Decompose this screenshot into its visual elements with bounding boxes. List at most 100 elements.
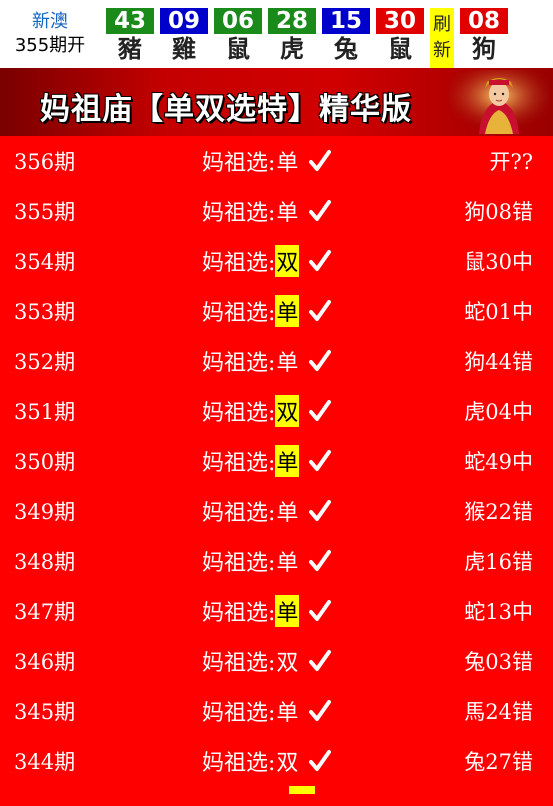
prediction-row: 351期 妈祖选: 双 虎04中: [0, 386, 553, 436]
check-icon: [309, 250, 332, 271]
pick-value: 双: [276, 751, 299, 776]
result-label: 猴22错: [464, 500, 533, 524]
pick-value: 单: [276, 151, 299, 176]
pick-label: 妈祖选:: [202, 201, 276, 226]
result-label: 蛇13中: [464, 600, 533, 624]
result-label: 兔27错: [464, 750, 533, 774]
pick-group: 妈祖选: 单: [202, 294, 332, 328]
check-icon: [309, 400, 332, 421]
period-label: 347期: [14, 600, 76, 624]
period-label: 345期: [14, 700, 76, 724]
check-icon: [309, 350, 332, 371]
prediction-row: 344期 妈祖选: 双 兔27错: [0, 736, 553, 786]
ball-number: 15: [322, 8, 370, 34]
prediction-row: 356期 妈祖选: 单 开??: [0, 136, 553, 186]
ball-2: 09 雞: [160, 8, 208, 68]
period-label: 353期: [14, 300, 76, 324]
result-label: 虎04中: [464, 400, 533, 424]
period-label: 344期: [14, 750, 76, 774]
pick-group: 妈祖选: 单: [202, 144, 332, 178]
pick-group: 妈祖选: 单: [202, 594, 332, 628]
period-label: 349期: [14, 500, 76, 524]
pick-label: 妈祖选:: [202, 151, 276, 176]
pick-group: 妈祖选: 单: [202, 494, 332, 528]
ball-6: 30 鼠: [376, 8, 424, 68]
check-icon: [309, 700, 332, 721]
check-icon: [309, 650, 332, 671]
pick-group: 妈祖选: 双: [202, 644, 332, 678]
pick-group: 妈祖选: 双: [202, 244, 332, 278]
pick-label: 妈祖选:: [202, 751, 276, 776]
ball-5: 15 兔: [322, 8, 370, 68]
pick-group: 妈祖选: 单: [202, 344, 332, 378]
draw-result-bar: 新澳 355期开 43 豬 09 雞 06 鼠 28 虎 15 兔 30 鼠 刷 新 08 狗: [0, 0, 553, 68]
pick-value: 单: [276, 701, 299, 726]
ball-special: 08 狗: [460, 8, 508, 68]
title-banner: 妈祖庙【单双选特】精华版: [0, 68, 553, 136]
ball-number: 09: [160, 8, 208, 34]
prediction-row: 346期 妈祖选: 双 兔03错: [0, 636, 553, 686]
prediction-list: 356期 妈祖选: 单开?? 355期 妈祖选: 单狗08错 354期 妈祖选: 双鼠30中 35…: [0, 136, 553, 806]
period-label: 348期: [14, 550, 76, 574]
ball-zodiac: 鼠: [226, 35, 250, 63]
pick-value: 双: [275, 395, 300, 427]
pick-value: 单: [276, 551, 299, 576]
mazu-statue-image: [449, 70, 549, 134]
pick-group: 妈祖选: 双: [202, 394, 332, 428]
pick-value: 单: [275, 445, 300, 477]
period-label: 355期: [14, 200, 76, 224]
refresh-button[interactable]: 刷 新: [430, 8, 454, 68]
pick-group: 妈祖选: 双: [202, 744, 332, 778]
pick-label: 妈祖选:: [202, 501, 276, 526]
pick-value: 双: [275, 245, 300, 277]
check-icon: [309, 600, 332, 621]
pick-label: 妈祖选:: [202, 451, 276, 476]
pick-value: 单: [275, 595, 300, 627]
result-label: 鼠30中: [464, 250, 533, 274]
ball-number: 30: [376, 8, 424, 34]
ball-zodiac: 虎: [280, 35, 304, 63]
prediction-row: 345期 妈祖选: 单 馬24错: [0, 686, 553, 736]
result-label: 虎16错: [464, 550, 533, 574]
refresh-label-1: 刷: [433, 14, 451, 35]
draw-balls: 43 豬 09 雞 06 鼠 28 虎 15 兔 30 鼠 刷 新 08 狗: [100, 0, 553, 68]
prediction-row: 348期 妈祖选: 单 虎16错: [0, 536, 553, 586]
result-label: 兔03错: [464, 650, 533, 674]
lottery-name[interactable]: 新澳: [32, 10, 68, 34]
ball-zodiac: 豬: [118, 35, 142, 63]
period-label: 352期: [14, 350, 76, 374]
pick-label: 妈祖选:: [202, 701, 276, 726]
check-icon: [309, 450, 332, 471]
pick-label: 妈祖选:: [202, 601, 276, 626]
prediction-row: 349期 妈祖选: 单 猴22错: [0, 486, 553, 536]
pick-value: 单: [275, 295, 300, 327]
ball-zodiac: 鼠: [388, 35, 412, 63]
pick-value: 单: [276, 201, 299, 226]
prediction-row: 353期 妈祖选: 单 蛇01中: [0, 286, 553, 336]
check-icon: [309, 550, 332, 571]
ball-zodiac: 雞: [172, 35, 196, 63]
period-label: 351期: [14, 400, 76, 424]
period-label: 354期: [14, 250, 76, 274]
period-label: 356期: [14, 150, 76, 174]
check-icon: [309, 300, 332, 321]
pick-group: 妈祖选: 单: [202, 194, 332, 228]
prediction-row: 347期 妈祖选: 单 蛇13中: [0, 586, 553, 636]
prediction-row: 355期 妈祖选: 单 狗08错: [0, 186, 553, 236]
ball-3: 06 鼠: [214, 8, 262, 68]
draw-period: 355期开: [14, 35, 86, 56]
pick-value: 单: [276, 351, 299, 376]
pick-value: 双: [276, 651, 299, 676]
result-label: 狗08错: [464, 200, 533, 224]
refresh-label-2: 新: [433, 40, 451, 61]
result-label: 开??: [489, 150, 533, 174]
pick-label: 妈祖选:: [202, 401, 276, 426]
ball-zodiac: 兔: [334, 35, 358, 63]
check-icon: [309, 200, 332, 221]
prediction-row: 352期 妈祖选: 单 狗44错: [0, 336, 553, 386]
check-icon: [309, 500, 332, 521]
pick-group: 妈祖选: 单: [202, 694, 332, 728]
pick-group: 妈祖选: 单: [202, 444, 332, 478]
pick-value: 单: [276, 501, 299, 526]
pick-label: 妈祖选:: [202, 651, 276, 676]
